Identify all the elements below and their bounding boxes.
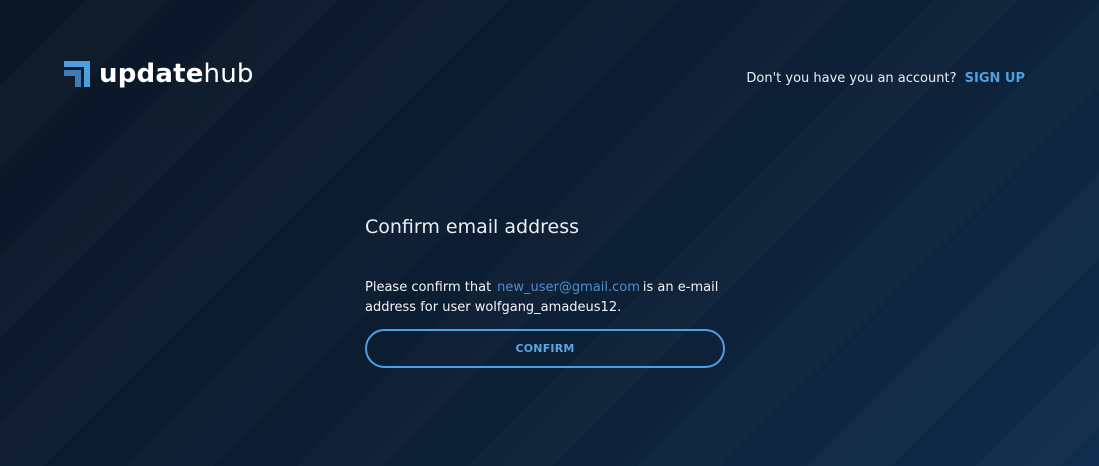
page-title: Confirm email address — [365, 216, 580, 238]
signup-link[interactable]: SIGN UP — [965, 71, 1025, 86]
confirm-message: Please confirm that new_user@gmail.com is … — [365, 278, 725, 318]
message-prefix: Please confirm that — [365, 280, 492, 295]
account-prompt-text: Don't you have you an account? — [746, 71, 957, 86]
updatehub-logo-icon — [64, 61, 90, 87]
signup-prompt: Don't you have you an account? SIGN UP — [746, 71, 1025, 86]
confirm-email-panel: Confirm email address Please confirm tha… — [365, 214, 725, 368]
logo-wordmark-light: hub — [203, 59, 254, 89]
confirm-button[interactable]: CONFIRM — [365, 329, 725, 368]
logo-wordmark: updatehub — [99, 58, 254, 90]
app-logo: updatehub — [64, 58, 254, 90]
email-address: new_user@gmail.com — [497, 280, 640, 295]
logo-wordmark-bold: update — [99, 59, 204, 89]
